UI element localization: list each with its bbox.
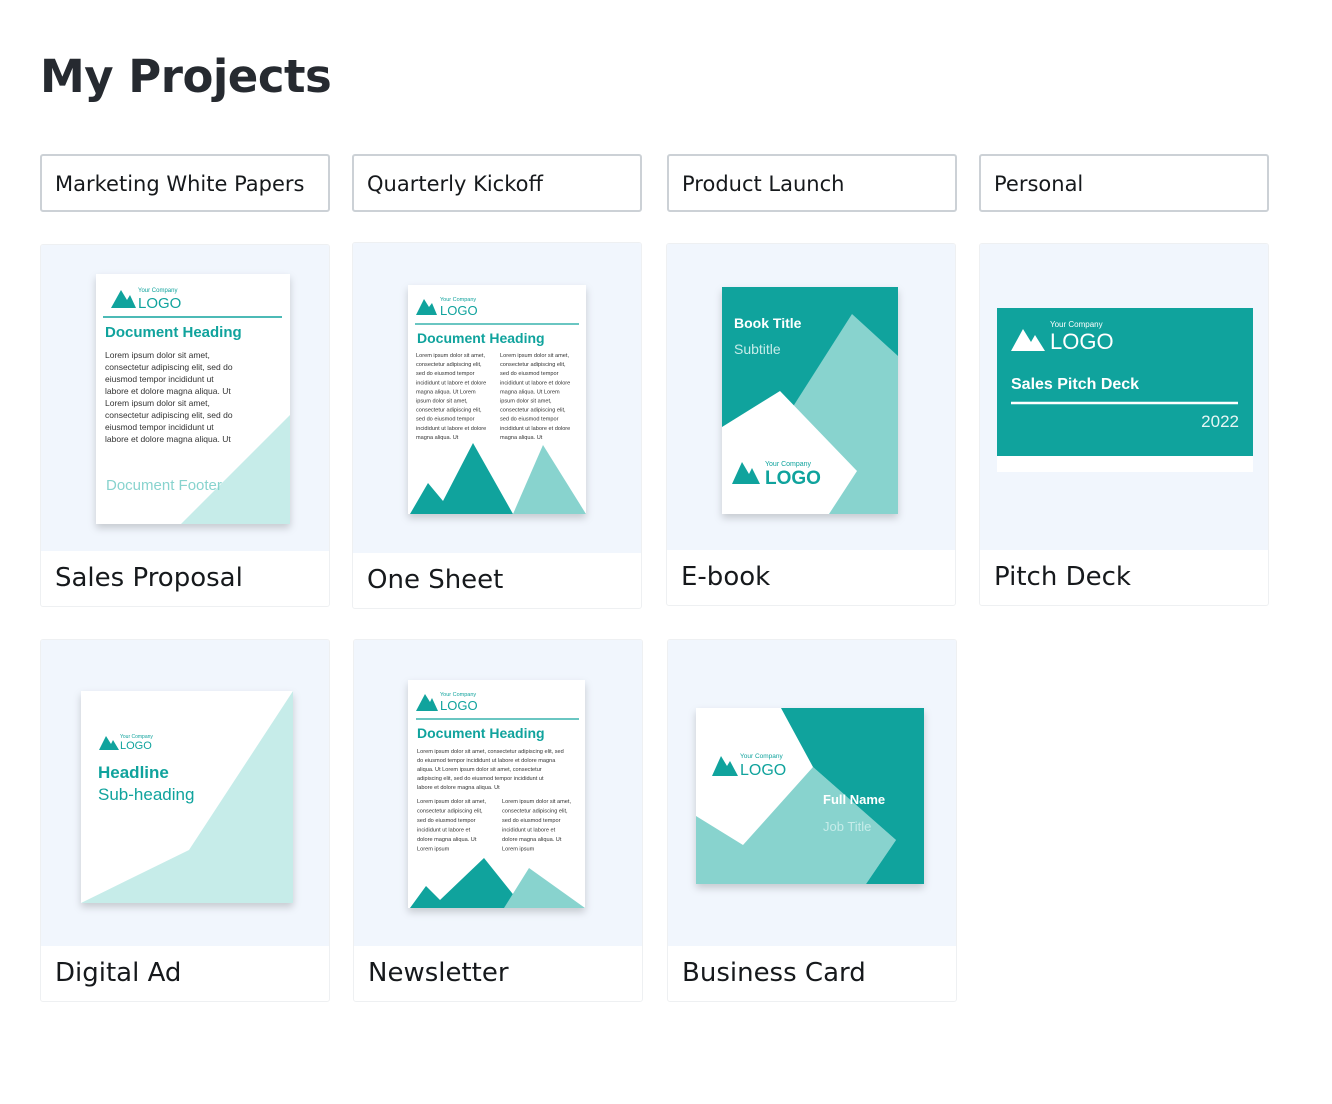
body-text-line: sed do eiusmod tempor	[417, 818, 476, 824]
document-heading: Document Heading	[105, 324, 242, 341]
body-text-line: incididunt ut labore et	[502, 828, 556, 834]
body-text-line: labore et dolore magna aliqua. Ut	[417, 785, 500, 791]
folder-label: Product Launch	[682, 172, 845, 196]
body-text-line: consectetur adipiscing elit,	[500, 408, 566, 414]
logo-text: LOGO	[765, 468, 821, 489]
project-card-business-card[interactable]: Your Company LOGO Full Name Job Title Bu…	[667, 639, 957, 1002]
deck-title: Sales Pitch Deck	[1011, 376, 1139, 393]
body-text-line: aliqua. Ut Lorem ipsum dolor sit amet, c…	[417, 767, 542, 773]
body-text-line: sed do eiusmod tempor	[500, 417, 559, 423]
body-text-line: incididunt ut labore et dolore	[416, 426, 486, 432]
body-text-line: dolore magna aliqua. Ut	[502, 837, 562, 843]
body-text-line: Lorem ipsum dolor sit amet, consectetur …	[417, 749, 564, 755]
body-text-line: ipsum dolor sit amet,	[416, 399, 468, 405]
body-text-line: consectetur adipiscing elit,	[417, 809, 483, 815]
body-text-line: Lorem ipsum dolor sit amet,	[502, 799, 571, 805]
logo-company-text: Your Company	[740, 753, 784, 760]
book-title: Book Title	[734, 315, 802, 331]
ad-headline: Headline	[98, 763, 169, 782]
project-thumbnail: Book Title Subtitle Your Company LOGO	[667, 244, 955, 550]
body-text-line: Lorem ipsum dolor sit amet,	[105, 398, 210, 408]
body-text-line: ipsum dolor sit amet,	[500, 399, 552, 405]
project-card-sales-proposal[interactable]: Your Company LOGO Document Heading Lorem…	[40, 244, 330, 607]
body-text-line: Lorem ipsum dolor sit amet,	[416, 353, 485, 359]
project-name: Newsletter	[368, 958, 509, 988]
logo-company-text: Your Company	[765, 461, 812, 468]
project-name: Pitch Deck	[994, 562, 1131, 592]
body-text-line: adipiscing elit, sed do eiusmod tempor i…	[417, 776, 544, 782]
logo-text: LOGO	[740, 762, 786, 779]
body-text-line: consectetur adipiscing elit, sed do	[105, 362, 233, 372]
body-text-line: magna aliqua. Ut	[416, 435, 459, 441]
folder-label: Marketing White Papers	[55, 172, 305, 196]
project-name: Digital Ad	[55, 958, 182, 988]
body-text-line: Lorem ipsum dolor sit amet,	[417, 799, 486, 805]
logo-text: LOGO	[440, 698, 478, 713]
body-text-line: consectetur adipiscing elit, sed do	[105, 410, 233, 420]
body-text-line: incididunt ut labore et dolore	[500, 426, 570, 432]
body-text-line: incididunt ut labore et dolore	[500, 380, 570, 386]
project-thumbnail: Your Company LOGO Sales Pitch Deck 2022	[980, 244, 1268, 550]
document-heading: Document Heading	[417, 330, 545, 346]
project-thumbnail: Your Company LOGO Full Name Job Title	[668, 640, 956, 946]
body-text-line: incididunt ut labore et	[417, 828, 471, 834]
project-thumbnail: Your Company LOGO Headline Sub-heading	[41, 640, 329, 946]
body-text-line: sed do eiusmod tempor	[500, 371, 559, 377]
folder-label: Quarterly Kickoff	[367, 172, 543, 196]
body-text-line: Lorem ipsum	[502, 847, 535, 853]
book-subtitle: Subtitle	[734, 341, 781, 357]
project-thumbnail: Your Company LOGO Document Heading Lorem…	[41, 245, 329, 551]
body-text-line: magna aliqua. Ut Lorem	[416, 389, 476, 395]
body-text-line: consectetur adipiscing elit,	[416, 408, 482, 414]
body-text-line: consectetur adipiscing elit,	[502, 809, 568, 815]
document-footer: Document Footer	[106, 477, 222, 494]
logo-text: LOGO	[440, 303, 478, 318]
folder-personal[interactable]: Personal	[979, 154, 1269, 212]
logo-company-text: Your Company	[1050, 320, 1103, 329]
project-name: Sales Proposal	[55, 563, 243, 593]
project-name: E-book	[681, 562, 771, 592]
body-text-line: labore et dolore magna aliqua. Ut	[105, 386, 231, 396]
body-text-line: eiusmod tempor incididunt ut	[105, 422, 214, 432]
body-text-line: sed do eiusmod tempor	[416, 417, 475, 423]
ad-subheading: Sub-heading	[98, 785, 194, 804]
body-text-line: incididunt ut labore et dolore	[416, 380, 486, 386]
folder-marketing-white-papers[interactable]: Marketing White Papers	[40, 154, 330, 212]
body-text-line: do eiusmod tempor incididunt ut labore e…	[417, 758, 556, 764]
project-name: One Sheet	[367, 565, 504, 595]
project-thumbnail: Your Company LOGO Document Heading Lorem…	[353, 243, 641, 553]
project-thumbnail: Your Company LOGO Document Heading Lorem…	[354, 640, 642, 946]
logo-text: LOGO	[1050, 329, 1114, 354]
body-text-line: sed do eiusmod tempor	[416, 371, 475, 377]
deck-year: 2022	[1201, 412, 1239, 431]
document-heading: Document Heading	[417, 725, 545, 741]
body-text-line: dolore magna aliqua. Ut	[417, 837, 477, 843]
body-text-line: consectetur adipiscing elit,	[416, 362, 482, 368]
folder-label: Personal	[994, 172, 1084, 196]
logo-text: LOGO	[120, 740, 152, 752]
project-card-e-book[interactable]: Book Title Subtitle Your Company LOGO E-…	[666, 243, 956, 606]
folder-quarterly-kickoff[interactable]: Quarterly Kickoff	[352, 154, 642, 212]
body-text-line: magna aliqua. Ut	[500, 435, 543, 441]
project-card-one-sheet[interactable]: Your Company LOGO Document Heading Lorem…	[352, 242, 642, 609]
project-card-digital-ad[interactable]: Your Company LOGO Headline Sub-heading D…	[40, 639, 330, 1002]
logo-text: LOGO	[138, 295, 181, 312]
card-job-title: Job Title	[823, 819, 871, 834]
body-text-line: consectetur adipiscing elit,	[500, 362, 566, 368]
body-text-line: eiusmod tempor incididunt ut	[105, 374, 214, 384]
folder-product-launch[interactable]: Product Launch	[667, 154, 957, 212]
page-title: My Projects	[40, 50, 332, 103]
project-card-newsletter[interactable]: Your Company LOGO Document Heading Lorem…	[353, 639, 643, 1002]
project-name: Business Card	[682, 958, 866, 988]
logo-company-text: Your Company	[138, 288, 177, 294]
project-card-pitch-deck[interactable]: Your Company LOGO Sales Pitch Deck 2022 …	[979, 243, 1269, 606]
card-full-name: Full Name	[823, 792, 885, 807]
body-text-line: Lorem ipsum dolor sit amet,	[105, 350, 210, 360]
body-text-line: Lorem ipsum dolor sit amet,	[500, 353, 569, 359]
body-text-line: Lorem ipsum	[417, 847, 450, 853]
body-text-line: labore et dolore magna aliqua. Ut	[105, 434, 231, 444]
body-text-line: sed do eiusmod tempor	[502, 818, 561, 824]
body-text-line: magna aliqua. Ut Lorem	[500, 389, 560, 395]
